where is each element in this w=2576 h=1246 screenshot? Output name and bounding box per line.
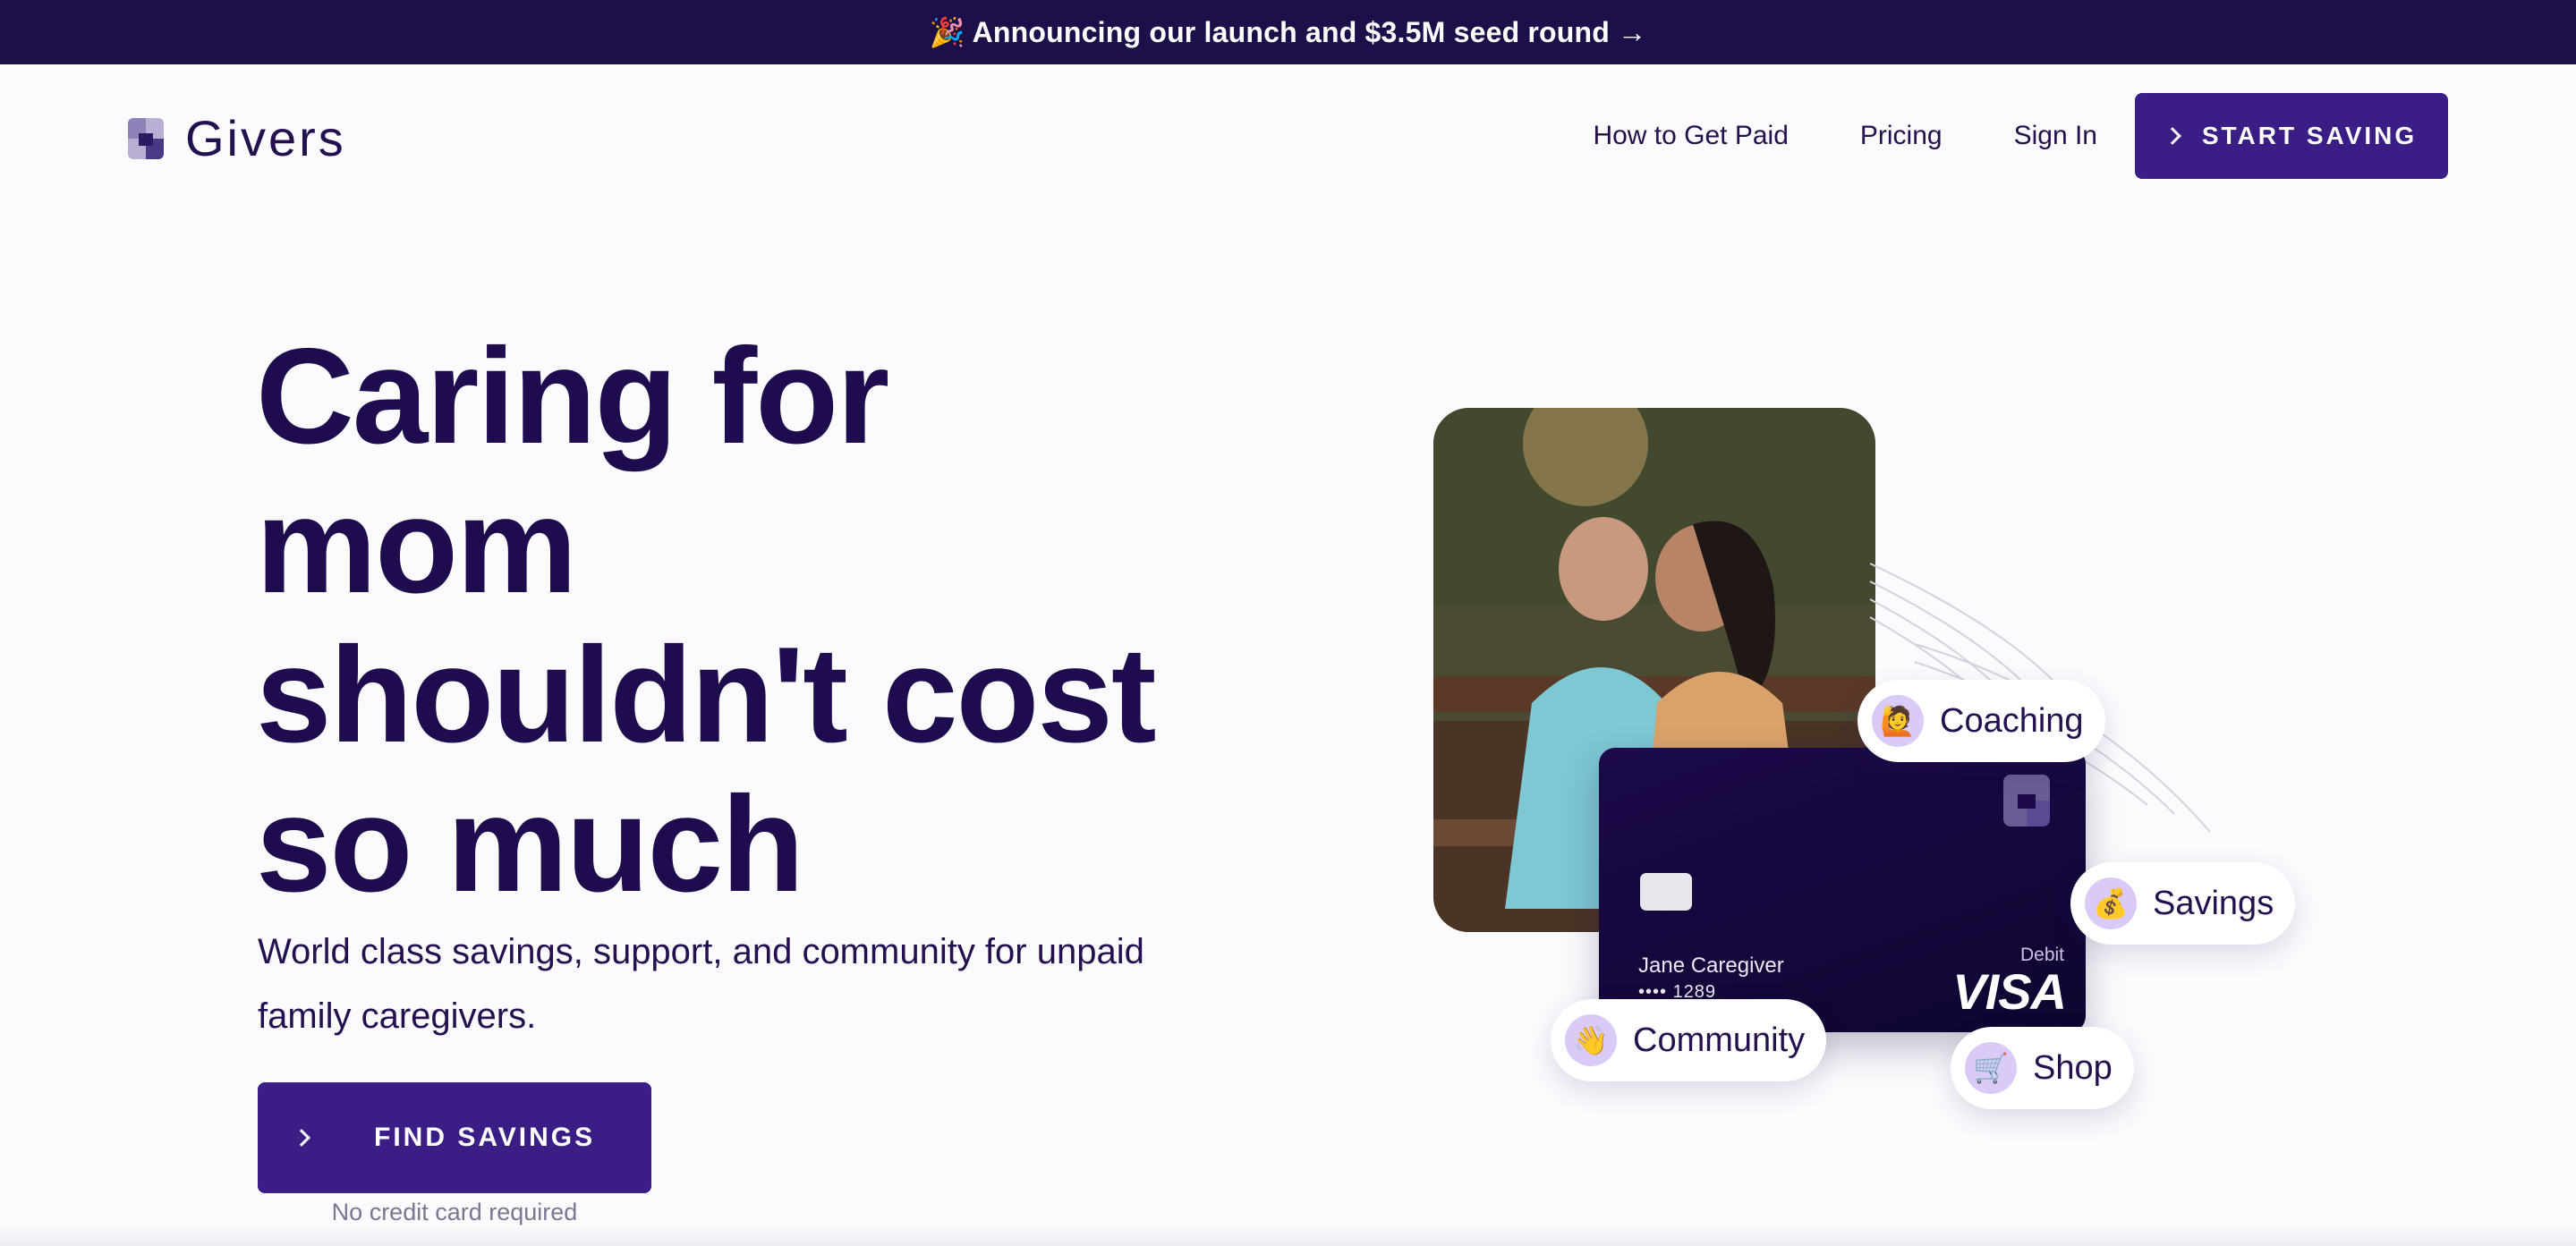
page: 🎉 Announcing our launch and $3.5M seed r… — [0, 0, 2576, 1246]
hero-title-line: shouldn't cost — [256, 619, 1157, 771]
top-nav: How to Get Paid Pricing Sign In START SA… — [1593, 93, 2448, 179]
chevron-right-icon — [293, 1129, 310, 1147]
card-network: VISA — [1952, 963, 2067, 1020]
nav-sign-in[interactable]: Sign In — [2014, 121, 2097, 151]
card-holder: Jane Caregiver — [1638, 954, 1784, 978]
logo[interactable]: Givers — [128, 109, 346, 167]
brand-name: Givers — [185, 110, 346, 166]
announcement-bar[interactable]: 🎉 Announcing our launch and $3.5M seed r… — [0, 0, 2576, 64]
givers-logo-icon — [2003, 775, 2050, 826]
find-savings-button[interactable]: FIND SAVINGS — [258, 1082, 651, 1193]
community-pill: 👋 Community — [1551, 999, 1827, 1081]
money-bag-icon: 💰 — [2085, 877, 2137, 929]
start-saving-button[interactable]: START SAVING — [2135, 93, 2448, 179]
givers-logo-icon — [128, 117, 164, 159]
nav-pricing[interactable]: Pricing — [1860, 121, 1943, 151]
waving-hand-icon: 👋 — [1565, 1014, 1617, 1066]
pill-label: Coaching — [1940, 701, 2084, 740]
card-chip-icon — [1640, 873, 1692, 911]
hero-title: Caring for mom shouldn't cost so much — [256, 320, 1157, 920]
hero-subtitle: World class savings, support, and commun… — [258, 932, 1144, 1036]
shop-pill: 🛒 Shop — [1951, 1027, 2134, 1109]
start-saving-label: START SAVING — [2201, 122, 2418, 149]
hero-title-line: mom — [256, 470, 577, 622]
announcement-text[interactable]: 🎉 Announcing our launch and $3.5M seed r… — [930, 15, 1647, 49]
coaching-pill: 🙋 Coaching — [1858, 680, 2105, 762]
section-divider — [0, 1225, 2576, 1246]
hero-title-line: Caring for — [256, 320, 889, 472]
debit-card: Jane Caregiver •••• 1289 Debit VISA — [1599, 748, 2086, 1032]
pill-label: Savings — [2153, 884, 2274, 922]
person-raising-hand-icon: 🙋 — [1872, 695, 1924, 747]
find-savings-label: FIND SAVINGS — [374, 1123, 596, 1152]
no-credit-card-note: No credit card required — [331, 1199, 578, 1225]
hero-title-line: so much — [256, 768, 804, 920]
pill-label: Shop — [2033, 1048, 2113, 1087]
nav-how-to-get-paid[interactable]: How to Get Paid — [1593, 121, 1788, 151]
savings-pill: 💰 Savings — [2070, 862, 2296, 945]
chevron-right-icon — [2163, 127, 2181, 145]
shopping-cart-icon: 🛒 — [1965, 1042, 2017, 1094]
pill-label: Community — [1633, 1021, 1806, 1059]
